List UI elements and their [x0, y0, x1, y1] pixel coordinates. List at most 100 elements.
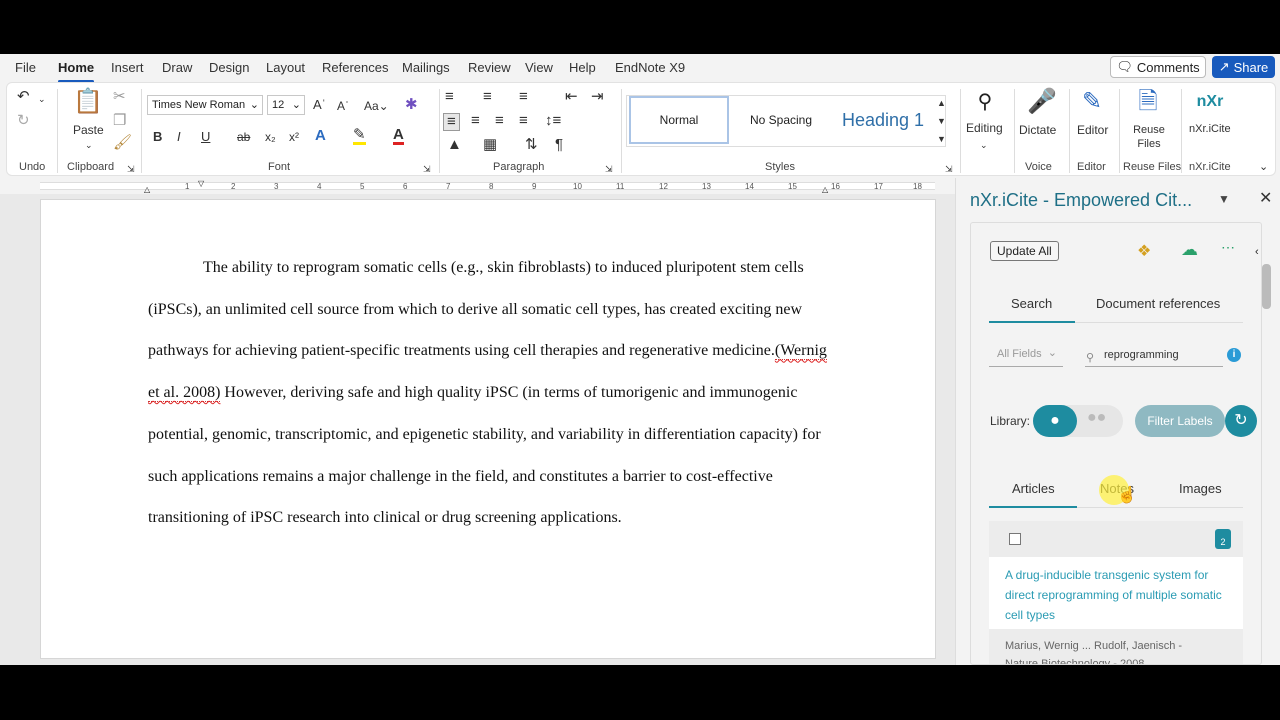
- numbering-icon[interactable]: ≡: [483, 89, 492, 105]
- align-left-icon[interactable]: ≡: [443, 113, 460, 131]
- decrease-indent-icon[interactable]: ⇤: [565, 89, 578, 105]
- tab-search[interactable]: Search: [1011, 296, 1052, 311]
- text-effects-icon[interactable]: A: [315, 128, 326, 144]
- filter-labels-button[interactable]: Filter Labels: [1135, 405, 1225, 437]
- font-color-icon[interactable]: A: [393, 127, 404, 145]
- document-page[interactable]: The ability to reprogram somatic cells (…: [40, 199, 936, 659]
- tab-mailings[interactable]: Mailings: [402, 60, 450, 75]
- tab-endnote[interactable]: EndNote X9: [615, 60, 685, 75]
- tab-design[interactable]: Design: [209, 60, 249, 75]
- paste-label[interactable]: Paste: [73, 123, 104, 137]
- styles-more-icon[interactable]: ▼: [937, 131, 946, 147]
- personal-library-icon[interactable]: ●: [1033, 405, 1077, 437]
- font-name-select[interactable]: Times New Roman ⌄: [147, 95, 263, 115]
- shrink-font-icon[interactable]: Aˈ: [337, 98, 349, 114]
- subtab-articles[interactable]: Articles: [1012, 481, 1055, 496]
- dictate-label[interactable]: Dictate: [1019, 123, 1056, 137]
- info-icon[interactable]: i: [1227, 348, 1241, 362]
- result-title[interactable]: A drug-inducible transgenic system for d…: [1005, 565, 1237, 625]
- undo-dropdown-icon[interactable]: ⌄: [38, 91, 46, 107]
- pane-options-chevron-icon[interactable]: ▼: [1218, 192, 1230, 206]
- nxr-icite-icon[interactable]: nXr: [1195, 89, 1225, 115]
- bullets-icon[interactable]: ≡: [445, 89, 454, 105]
- editor-label[interactable]: Editor: [1077, 123, 1108, 137]
- first-line-indent-marker[interactable]: ▽: [198, 179, 204, 188]
- close-icon[interactable]: ✕: [1259, 188, 1272, 208]
- justify-icon[interactable]: ≡: [519, 113, 528, 129]
- align-right-icon[interactable]: ≡: [495, 113, 504, 129]
- bold-icon[interactable]: B: [153, 129, 162, 145]
- subtab-images[interactable]: Images: [1179, 481, 1222, 496]
- ribbon-collapse-icon[interactable]: ⌄: [1259, 159, 1268, 175]
- font-size-select[interactable]: 12 ⌄: [267, 95, 305, 115]
- shading-icon[interactable]: ▲: [447, 137, 462, 153]
- styles-launcher-icon[interactable]: ⇲: [945, 161, 953, 177]
- styles-scroll-up-icon[interactable]: ▲: [937, 95, 946, 111]
- result-card[interactable]: 2 A drug-inducible transgenic system for…: [989, 521, 1243, 664]
- paragraph-launcher-icon[interactable]: ⇲: [605, 161, 613, 177]
- tab-references[interactable]: References: [322, 60, 388, 75]
- ruler-bar[interactable]: 1 2 3 4 5 6 7 8 9 10 11 12 13 14 15 16 1…: [40, 179, 935, 194]
- search-input[interactable]: reprogramming: [1085, 345, 1223, 367]
- copy-icon[interactable]: ❐: [113, 113, 126, 129]
- change-case-icon[interactable]: Aa⌄: [364, 98, 389, 114]
- reuse-files-label[interactable]: Reuse Files: [1127, 123, 1171, 151]
- body-paragraph[interactable]: The ability to reprogram somatic cells (…: [148, 247, 838, 539]
- fields-select[interactable]: All Fields ⌄: [989, 345, 1063, 367]
- pane-scrollbar[interactable]: [1262, 264, 1271, 309]
- tab-draw[interactable]: Draw: [162, 60, 192, 75]
- tab-view[interactable]: View: [525, 60, 553, 75]
- line-spacing-icon[interactable]: ↕≡: [545, 113, 561, 129]
- clear-formatting-icon[interactable]: ✱: [405, 97, 418, 113]
- borders-icon[interactable]: ▦: [483, 137, 497, 153]
- superscript-icon[interactable]: x²: [289, 129, 299, 145]
- nxr-icite-label[interactable]: nXr.iCite: [1189, 123, 1231, 135]
- comments-button[interactable]: 🗨 Comments: [1110, 56, 1206, 78]
- underline-icon[interactable]: U: [201, 129, 210, 145]
- tab-file[interactable]: File: [15, 60, 36, 75]
- clipboard-launcher-icon[interactable]: ⇲: [127, 161, 135, 177]
- cut-icon[interactable]: ✂: [113, 89, 126, 105]
- tab-insert[interactable]: Insert: [111, 60, 144, 75]
- cloud-sync-icon[interactable]: ☁: [1181, 240, 1198, 260]
- sort-icon[interactable]: ⇅: [525, 137, 538, 153]
- right-indent-marker[interactable]: △: [822, 185, 828, 194]
- align-center-icon[interactable]: ≡: [471, 113, 480, 129]
- font-launcher-icon[interactable]: ⇲: [423, 161, 431, 177]
- network-icon[interactable]: ❖: [1137, 241, 1151, 261]
- result-checkbox[interactable]: [1009, 533, 1021, 545]
- left-indent-marker[interactable]: △: [144, 185, 150, 194]
- tab-review[interactable]: Review: [468, 60, 511, 75]
- style-normal[interactable]: Normal: [629, 96, 729, 144]
- subscript-icon[interactable]: x₂: [265, 129, 276, 145]
- tab-help[interactable]: Help: [569, 60, 596, 75]
- format-painter-icon[interactable]: 🖌: [113, 135, 132, 151]
- styles-scroll-down-icon[interactable]: ▼: [937, 113, 946, 129]
- refresh-icon[interactable]: ↻: [1225, 405, 1257, 437]
- grow-font-icon[interactable]: Aˈ: [313, 97, 326, 113]
- undo-icon[interactable]: ↶: [17, 89, 30, 105]
- note-badge[interactable]: 2: [1215, 529, 1231, 549]
- update-all-button[interactable]: Update All: [990, 241, 1059, 261]
- microphone-icon[interactable]: 🎤: [1027, 89, 1057, 115]
- group-library-icon[interactable]: ●●: [1087, 409, 1106, 427]
- collapse-left-icon[interactable]: ‹: [1255, 246, 1259, 258]
- paste-icon[interactable]: 📋: [73, 89, 103, 115]
- paste-dropdown-icon[interactable]: ⌄: [85, 137, 93, 153]
- tab-layout[interactable]: Layout: [266, 60, 305, 75]
- highlight-icon[interactable]: ✎: [353, 127, 366, 145]
- style-heading-1[interactable]: Heading 1: [833, 96, 933, 144]
- tab-home[interactable]: Home: [58, 60, 95, 83]
- italic-icon[interactable]: I: [177, 129, 181, 145]
- pilcrow-icon[interactable]: ¶: [555, 137, 563, 153]
- editor-icon[interactable]: ✎: [1079, 89, 1105, 115]
- increase-indent-icon[interactable]: ⇥: [591, 89, 604, 105]
- multilevel-list-icon[interactable]: ≡: [519, 89, 528, 105]
- editing-dropdown-icon[interactable]: ⌄: [980, 137, 988, 153]
- find-icon[interactable]: ⚲: [973, 89, 997, 115]
- redo-icon[interactable]: ↻: [17, 113, 30, 129]
- more-options-icon[interactable]: ⋯: [1221, 239, 1235, 256]
- style-no-spacing[interactable]: No Spacing: [733, 96, 829, 144]
- editing-label[interactable]: Editing: [966, 121, 1003, 135]
- reuse-files-icon[interactable]: 🗎: [1135, 89, 1161, 115]
